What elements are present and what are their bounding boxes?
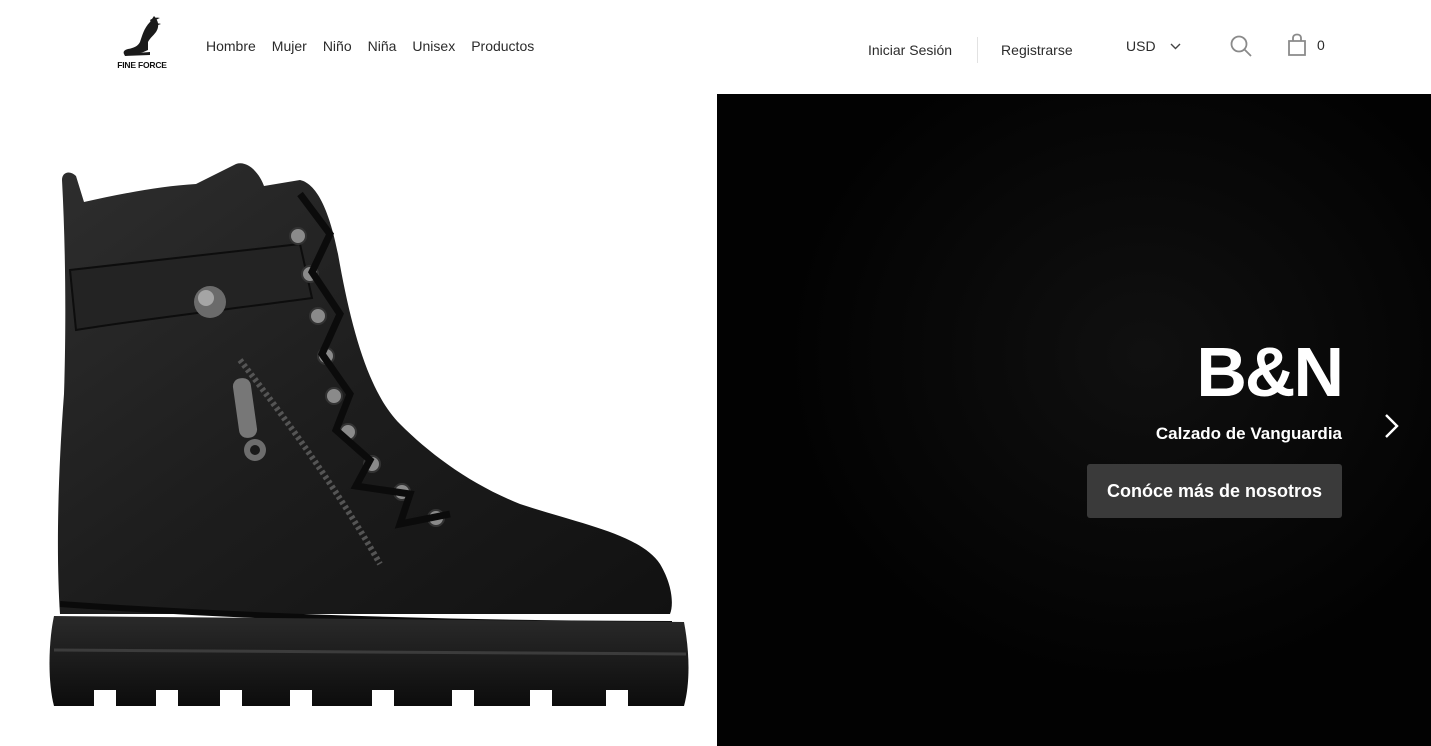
leather-boot-image xyxy=(49,163,689,710)
cart-count: 0 xyxy=(1317,37,1325,53)
nav-item-mujer[interactable]: Mujer xyxy=(272,37,307,55)
register-link[interactable]: Registrarse xyxy=(1001,41,1073,59)
winged-shoe-icon xyxy=(123,16,161,56)
logo-wordmark: FINE FORCE xyxy=(117,60,167,70)
slider-next-button[interactable] xyxy=(1383,412,1401,440)
hero-subtitle: Calzado de Vanguardia xyxy=(1155,424,1342,443)
hero-product-image xyxy=(0,94,717,746)
login-link[interactable]: Iniciar Sesión xyxy=(868,41,952,59)
hero-title: B&N xyxy=(1196,333,1344,411)
shopping-bag-icon xyxy=(1288,33,1306,56)
nav-item-nino[interactable]: Niño xyxy=(323,37,352,55)
nav-item-productos[interactable]: Productos xyxy=(471,37,534,55)
nav-item-hombre[interactable]: Hombre xyxy=(206,37,256,55)
learn-more-button[interactable]: Conóce más de nosotros xyxy=(1087,464,1342,518)
account-divider xyxy=(977,37,979,63)
hero-banner: B&N Calzado de Vanguardia Conóce más de … xyxy=(717,94,1431,746)
chevron-down-icon xyxy=(1170,43,1181,49)
site-header: FINE FORCE Hombre Mujer Niño Niña Unisex… xyxy=(0,0,1431,94)
cart-button[interactable]: 0 xyxy=(1286,33,1325,57)
main-nav: Hombre Mujer Niño Niña Unisex Productos xyxy=(206,37,550,55)
search-button[interactable] xyxy=(1229,34,1253,58)
chevron-right-icon xyxy=(1385,414,1399,438)
currency-selector[interactable]: USD xyxy=(1126,38,1181,54)
nav-item-unisex[interactable]: Unisex xyxy=(412,37,455,55)
account-links: Iniciar Sesión Registrarse xyxy=(868,37,1073,63)
currency-value: USD xyxy=(1126,38,1156,54)
brand-logo[interactable]: FINE FORCE xyxy=(116,14,168,78)
nav-item-nina[interactable]: Niña xyxy=(368,37,397,55)
search-icon xyxy=(1230,35,1252,57)
